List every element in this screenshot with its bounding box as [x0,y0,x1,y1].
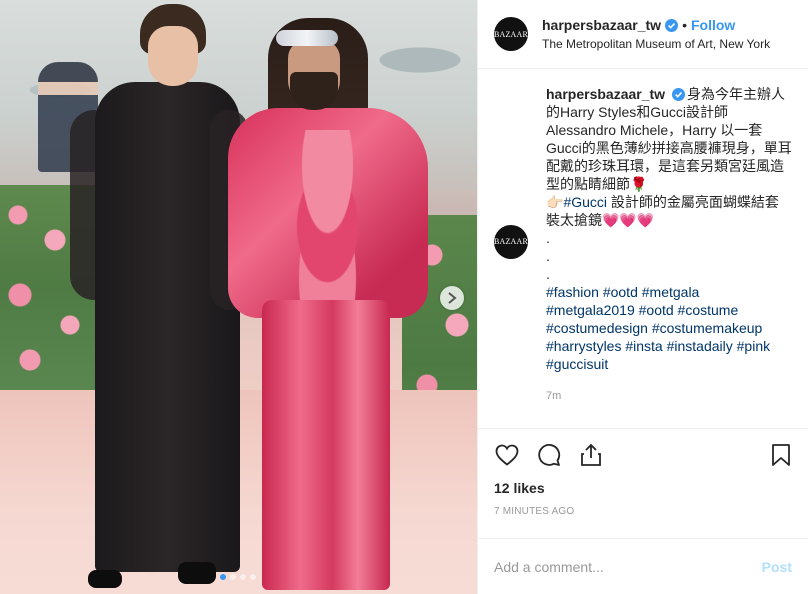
hashtag-line[interactable]: #fashion #ootd #metgala [546,283,792,301]
instagram-post: BAZAAR harpersbazaar_tw • Follow The Met… [0,0,808,594]
like-button[interactable] [494,442,520,468]
photo-person1-shoe [88,570,122,588]
heart-outline-icon [495,444,519,466]
bookmark-icon [772,443,790,466]
photo-person2-ruffle-bow [275,130,380,305]
action-bar [478,428,808,480]
hashtag-line[interactable]: #guccisuit [546,355,792,373]
caption-text: harpersbazaar_tw 身為今年主辦人 的Harry Styles和G… [546,85,792,373]
hashtag-link[interactable]: #Gucci [563,194,607,210]
caption-line: 身為今年主辦人 [686,86,785,102]
likes-count[interactable]: 12 likes [478,480,808,500]
caption-line: 👉🏻#Gucci 設計師的金屬亮面蝴蝶結套 [546,193,792,211]
share-button[interactable] [578,442,604,468]
caption-line: 的Harry Styles和Gucci設計師 [546,104,729,120]
carousel-dot [250,574,256,580]
photo-person1-shoe [178,562,216,584]
location-link[interactable]: The Metropolitan Museum of Art, New York [542,37,770,51]
caption-avatar[interactable]: BAZAAR [494,225,528,259]
comment-input[interactable] [494,558,762,575]
carousel-dot [230,574,236,580]
follow-button[interactable]: Follow [691,17,735,33]
chevron-right-icon [448,292,457,304]
carousel-next-button[interactable] [440,286,464,310]
comment-button[interactable] [536,442,562,468]
post-header: BAZAAR harpersbazaar_tw • Follow The Met… [478,0,808,69]
verified-badge-icon [671,87,685,101]
caption-dot: . [546,230,550,246]
username-link[interactable]: harpersbazaar_tw [542,17,661,33]
caption: BAZAAR harpersbazaar_tw 身為今年主辦人 的Harry S… [494,85,792,405]
carousel-dots [220,574,256,580]
caption-line: Gucci的黑色薄紗拼接高腰褲現身，單耳 [546,140,792,156]
photo-person2-headpiece [276,30,338,46]
post-side-panel: BAZAAR harpersbazaar_tw • Follow The Met… [477,0,808,594]
caption-time[interactable]: 7m [546,387,792,405]
caption-username-link[interactable]: harpersbazaar_tw [546,86,665,102]
avatar-logo-text: BAZAAR [493,237,529,246]
verified-badge-icon [665,18,679,32]
separator-bullet: • [682,17,687,33]
caption-line: 型的點睛細節🌹 [546,176,648,192]
save-button[interactable] [768,442,794,468]
share-icon [581,443,601,466]
header-row: harpersbazaar_tw • Follow [542,17,770,33]
caption-line: 裝太搶鏡💗💗💗 [546,212,655,228]
caption-dot: . [546,266,550,282]
photo-person1-face [148,26,198,86]
caption-area: BAZAAR harpersbazaar_tw 身為今年主辦人 的Harry S… [478,69,808,422]
post-photo[interactable] [0,0,477,594]
hashtag-line[interactable]: #harrystyles #insta #instadaily #pink [546,337,792,355]
pointing-hand-emoji: 👉🏻 [546,194,564,210]
comment-form: Post [478,538,808,594]
avatar[interactable]: BAZAAR [494,17,528,51]
caption-line-text: 設計師的金屬亮面蝴蝶結套 [607,194,779,210]
caption-line: 配戴的珍珠耳環，是這套另類宮廷風造 [546,158,784,174]
photo-person2-pink-trousers [262,300,390,590]
avatar-logo-text: BAZAAR [493,29,529,39]
hashtag-line[interactable]: #costumedesign #costumemakeup [546,319,792,337]
speech-bubble-icon [538,443,561,466]
carousel-dot-active [220,574,226,580]
header-info: harpersbazaar_tw • Follow The Metropolit… [542,17,770,51]
caption-dot: . [546,248,550,264]
hashtag-line[interactable]: #metgala2019 #ootd #costume [546,301,792,319]
post-comment-button[interactable]: Post [762,559,792,575]
caption-line: Alessandro Michele，Harry 以一套 [546,122,763,138]
post-timestamp[interactable]: 7 MINUTES AGO [478,500,808,524]
carousel-dot [240,574,246,580]
